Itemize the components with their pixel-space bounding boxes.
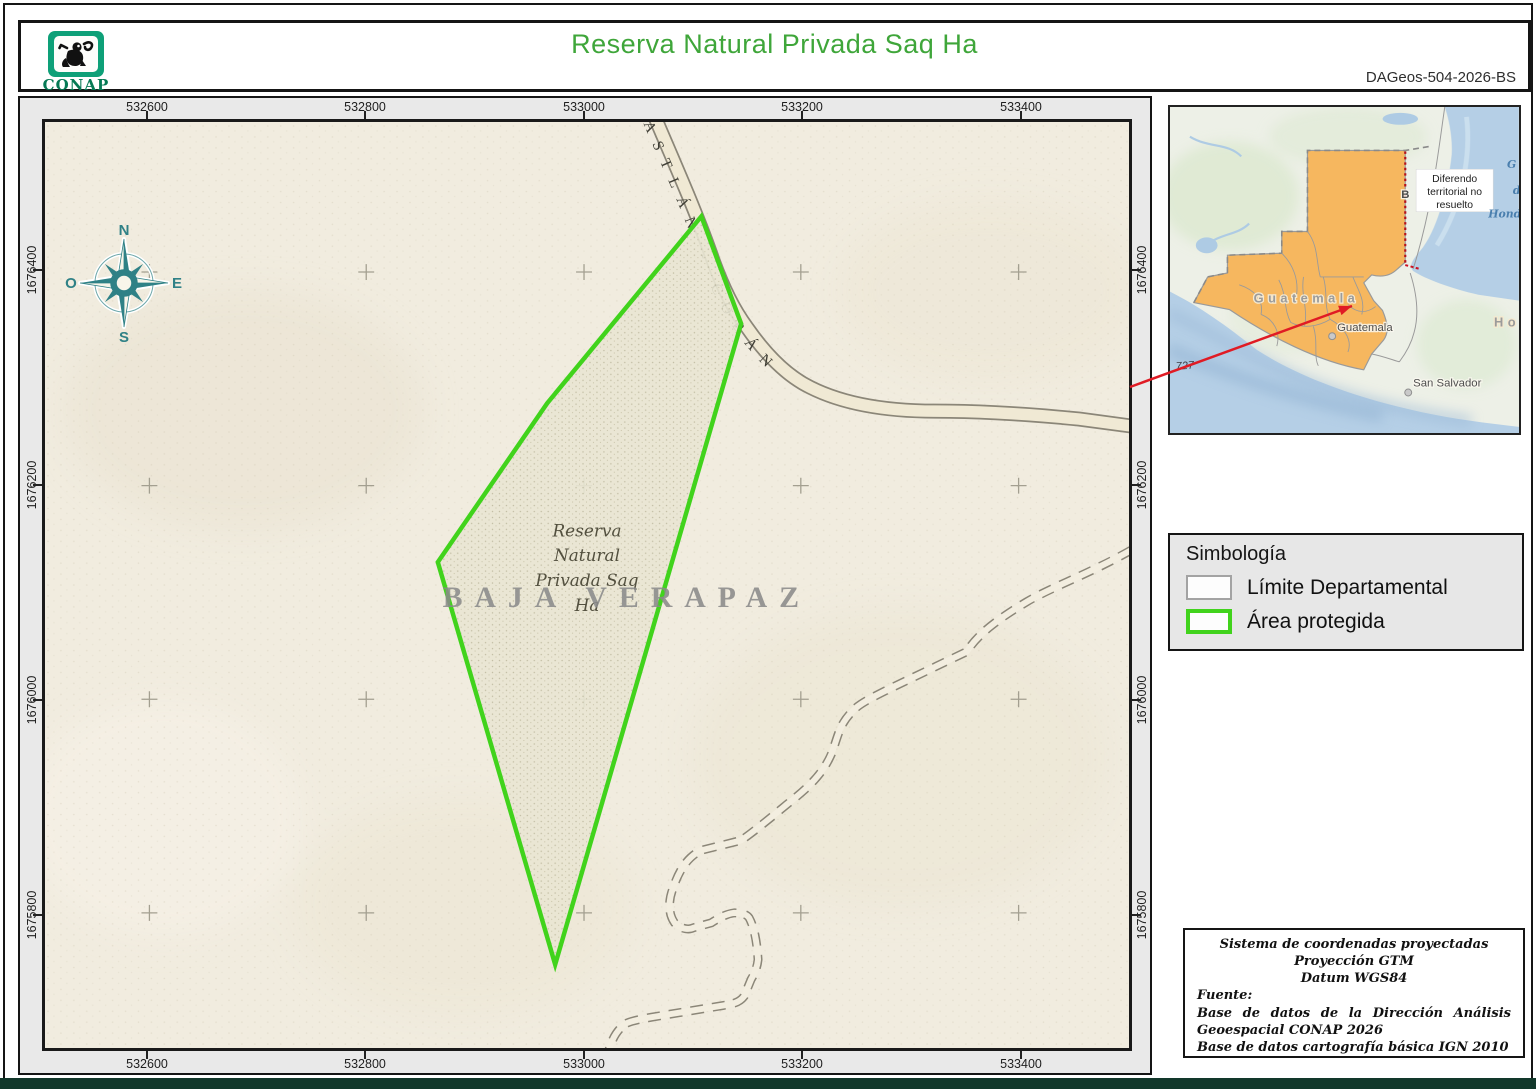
compass-east-label: E xyxy=(172,275,182,292)
footer-bar xyxy=(0,1078,1536,1089)
compass-south-label: S xyxy=(119,329,129,346)
inset-honduras-label: Ho xyxy=(1494,314,1519,329)
main-map-box: 532600 532800 533000 533200 533400 53260… xyxy=(18,96,1152,1089)
grid-tick xyxy=(146,111,148,119)
grid-coord-bottom: 532800 xyxy=(344,1057,386,1071)
protected-area-swatch xyxy=(1186,609,1232,634)
grid-coord-bottom: 533400 xyxy=(1000,1057,1042,1071)
document-id: DAGeos-504-2026-BS xyxy=(1365,69,1516,86)
credits: Sistema de coordenadas proyectadas Proye… xyxy=(1183,928,1525,1058)
depth-label: 727 xyxy=(1175,359,1195,372)
grid-tick xyxy=(583,1051,585,1059)
grid-tick xyxy=(33,699,42,701)
grid-tick xyxy=(1132,269,1141,271)
inset-belize-label: B xyxy=(1401,189,1409,201)
departmental-boundary-swatch xyxy=(1186,575,1232,600)
grid-tick xyxy=(33,484,42,486)
grid-tick xyxy=(1020,1051,1022,1059)
department-label: BAJA VERAPAZ xyxy=(443,581,811,614)
grid-tick xyxy=(33,269,42,271)
capital-city-dot xyxy=(1328,332,1337,341)
conap-logo-text: CONAP xyxy=(42,76,110,94)
svg-text:resuelto: resuelto xyxy=(1436,200,1473,211)
legend-item-departmental: Límite Departamental xyxy=(1186,575,1506,600)
source-line: Base de datos de la Dirección Análisis G… xyxy=(1197,1005,1511,1038)
grid-tick xyxy=(1132,484,1141,486)
grid-coord-bottom: 533200 xyxy=(781,1057,823,1071)
grid-tick xyxy=(801,111,803,119)
projection-line: Proyección GTM xyxy=(1294,954,1414,970)
sea-label-fragment: d xyxy=(1513,184,1519,197)
map-sheet: CONAP Reserva Natural Privada Saq Ha DAG… xyxy=(0,0,1536,1089)
inset-locator-map: B Diferendo territorial no resuelto G d … xyxy=(1168,105,1521,435)
grid-tick xyxy=(1132,699,1141,701)
grid-tick xyxy=(583,111,585,119)
fuente-label: Fuente: xyxy=(1197,988,1253,1004)
grid-tick xyxy=(33,914,42,916)
legend-item-protected-area: Área protegida xyxy=(1186,609,1506,634)
svg-text:territorial no: territorial no xyxy=(1427,187,1482,198)
compass-rose-icon: N S E O xyxy=(63,220,185,346)
grid-tick xyxy=(1020,111,1022,119)
sea-label-fragment: G xyxy=(1507,158,1516,171)
legend: Simbología Límite Departamental Área pro… xyxy=(1168,533,1524,651)
source-line: Base de datos cartografía básica IGN 201… xyxy=(1197,1039,1509,1055)
inset-san-salvador-label: San Salvador xyxy=(1413,378,1481,390)
inset-lagoon xyxy=(1382,112,1419,125)
grid-coord-bottom: 533000 xyxy=(563,1057,605,1071)
legend-item-label: Límite Departamental xyxy=(1247,575,1448,599)
grid-coord-bottom: 532600 xyxy=(126,1057,168,1071)
grid-tick xyxy=(364,111,366,119)
city-dot xyxy=(1404,388,1413,397)
inset-country-label: Guatemala xyxy=(1254,291,1360,306)
svg-text:Diferendo: Diferendo xyxy=(1432,174,1477,185)
header: CONAP Reserva Natural Privada Saq Ha DAG… xyxy=(18,20,1531,94)
legend-item-label: Área protegida xyxy=(1247,609,1385,633)
svg-text:Natural: Natural xyxy=(553,545,620,565)
datum-line: Datum WGS84 xyxy=(1300,971,1408,987)
grid-tick xyxy=(801,1051,803,1059)
sea-label-fragment: Hond xyxy=(1487,208,1519,221)
compass-west-label: O xyxy=(65,275,77,292)
coordinate-system-line: Sistema de coordenadas proyectadas xyxy=(1219,937,1489,952)
grid-tick xyxy=(1132,914,1141,916)
grid-tick xyxy=(364,1051,366,1059)
map-canvas: ASTLÁN - COBÁN Reserva Natural Privada S… xyxy=(42,119,1132,1051)
legend-title: Simbología xyxy=(1186,543,1287,565)
page-title: Reserva Natural Privada Saq Ha xyxy=(571,29,978,59)
compass-north-label: N xyxy=(119,222,130,239)
grid-tick xyxy=(146,1051,148,1059)
svg-text:Reserva: Reserva xyxy=(551,520,621,540)
inset-capital-label: Guatemala xyxy=(1337,322,1393,334)
